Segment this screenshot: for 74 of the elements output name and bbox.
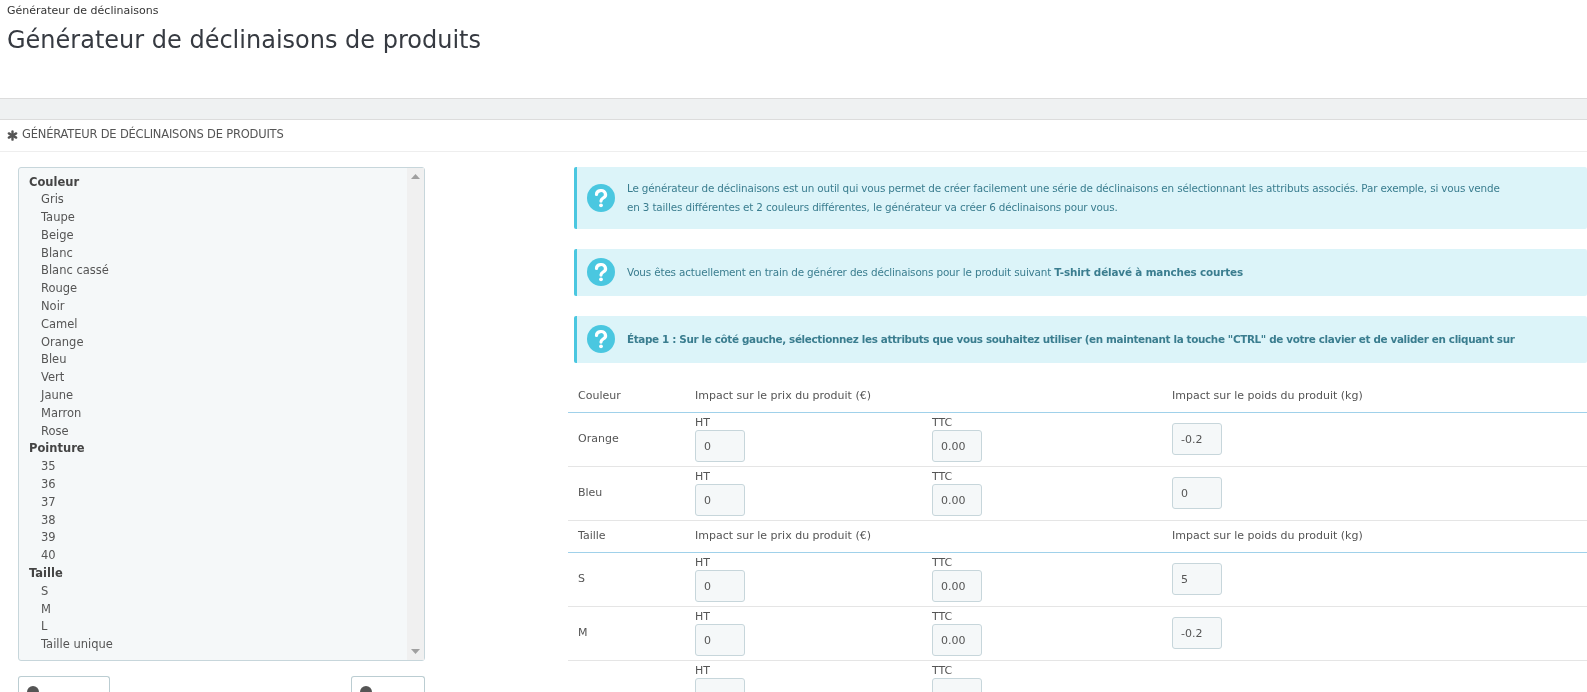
field-label: TTC [932, 416, 954, 429]
page-title: Générateur de déclinaisons de produits [6, 24, 482, 56]
column-header: Taille [577, 527, 607, 544]
help-icon [587, 258, 615, 286]
option-item[interactable]: Blanc [29, 244, 407, 263]
field-label: HT [695, 470, 711, 483]
option-item[interactable]: Beige [29, 226, 407, 245]
column-header: Impact sur le poids du produit (kg) [1172, 527, 1364, 544]
alert-text: Le générateur de déclinaisons est un outil qui vous permet de créer facilement une série de déclinaisons en sélectionnant les attributs associés. Par exemple, si vous vende [627, 180, 1500, 196]
option-item[interactable]: Marron [29, 404, 407, 423]
input-field[interactable]: 0 [695, 570, 745, 602]
option-item[interactable]: Taille unique [29, 636, 407, 654]
asterisk-icon [7, 129, 18, 141]
column-header: Couleur [577, 387, 622, 404]
scroll-up-icon[interactable] [411, 173, 420, 179]
option-group-label: Pointure [29, 440, 86, 458]
row-label: M [578, 625, 588, 639]
option-item[interactable]: S [29, 582, 407, 601]
option-item[interactable]: 38 [29, 511, 407, 530]
field-label: TTC [932, 664, 954, 677]
alert-text: en 3 tailles différentes et 2 couleurs différentes, le générateur va créer 6 déclinaisons pour vous. [627, 199, 1119, 215]
option-item[interactable]: 40 [29, 547, 407, 566]
field-label: TTC [932, 470, 954, 483]
scrollbar[interactable] [407, 167, 424, 660]
option-item[interactable]: Orange [29, 333, 407, 352]
input-field[interactable]: 0 [695, 484, 745, 516]
option-item[interactable]: Jaune [29, 387, 407, 405]
option-item[interactable]: 37 [29, 493, 407, 512]
breadcrumb: Générateur de déclinaisons [6, 3, 160, 19]
input-field[interactable]: 0.00 [932, 624, 982, 656]
panel-heading: GÉNÉRATEUR DE DÉCLINAISONS DE PRODUITS [22, 126, 284, 144]
column-header: Impact sur le poids du produit (kg) [1172, 387, 1364, 404]
field-label: HT [695, 664, 711, 677]
alert-text: Vous êtes actuellement en train de générer des déclinaisons pour le produit suivant T-shirt délavé à manches courtes [627, 264, 1244, 280]
scroll-down-icon[interactable] [411, 648, 420, 654]
row-label: Orange [578, 431, 619, 445]
option-item[interactable]: Vert [29, 369, 407, 388]
option-item[interactable]: Noir [29, 298, 407, 316]
input-field[interactable]: 0 [695, 430, 745, 462]
option-item[interactable]: Bleu [29, 351, 407, 370]
input-field[interactable]: -0.2 [1172, 617, 1222, 649]
field-label: TTC [932, 556, 954, 569]
input-field[interactable]: 0 [1172, 477, 1222, 509]
option-item[interactable]: Rouge [29, 280, 407, 299]
input-field[interactable]: 0.00 [932, 484, 982, 516]
alert-text: Étape 1 : Sur le côté gauche, sélectionnez les attributs que vous souhaitez utiliser (en maintenant la touche "CTRL" de votre clavier et de valider en cliquant sur [627, 331, 1515, 347]
option-item[interactable]: L [29, 618, 407, 637]
input-field[interactable]: 0.00 [932, 570, 982, 602]
column-header: Impact sur le prix du produit (€) [695, 387, 872, 404]
input-field[interactable]: 5 [1172, 563, 1222, 595]
attribute-listbox[interactable]: Couleur Gris Taupe Beige Blanc Blanc cassé Rouge Noir Camel Orange Bleu Vert Jaune Marron Rose Pointure 35 36 37 38 39 40 Taille S M L Taille unique [18, 166, 425, 661]
option-item[interactable]: M [29, 600, 407, 619]
option-item[interactable]: 36 [29, 476, 407, 494]
input-field[interactable]: -0.2 [1172, 423, 1222, 455]
row-label: S [578, 571, 585, 585]
option-item[interactable]: Camel [29, 315, 407, 334]
option-item[interactable]: Blanc cassé [29, 262, 407, 281]
option-group-label: Taille [29, 565, 64, 583]
option-item[interactable]: Gris [29, 191, 407, 210]
field-label: HT [695, 556, 711, 569]
option-item[interactable]: Taupe [29, 209, 407, 227]
help-icon [587, 183, 615, 212]
row-label: Bleu [578, 485, 603, 499]
option-group-label: Couleur [29, 173, 81, 191]
option-item[interactable]: Rose [29, 422, 407, 441]
option-item[interactable]: 39 [29, 529, 407, 548]
input-field[interactable]: 0.00 [932, 430, 982, 462]
input-field[interactable]: 0 [695, 624, 745, 656]
field-label: HT [695, 610, 711, 623]
field-label: HT [695, 416, 711, 429]
option-item[interactable]: 35 [29, 458, 407, 477]
column-header: Impact sur le prix du produit (€) [695, 527, 872, 544]
help-icon [587, 325, 615, 353]
field-label: TTC [932, 610, 954, 623]
